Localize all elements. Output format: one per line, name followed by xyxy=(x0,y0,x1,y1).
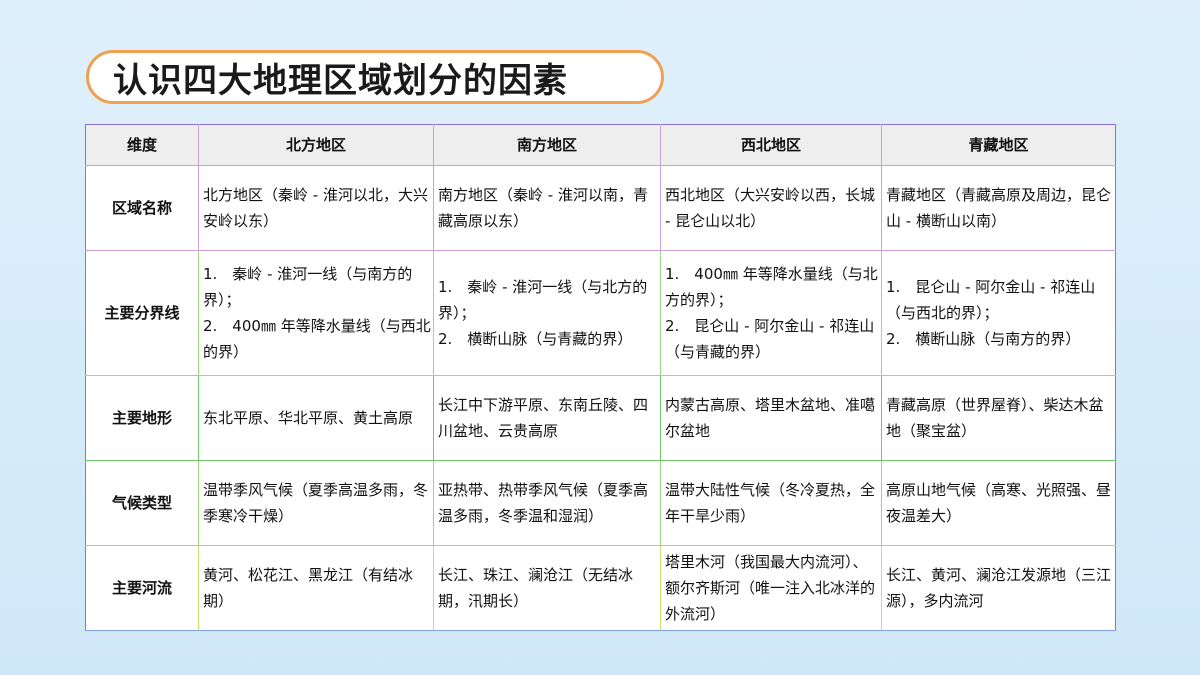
page-title: 认识四大地理区域划分的因素 xyxy=(113,60,568,101)
table-row-region-name: 区域名称 北方地区（秦岭 - 淮河以北，大兴安岭以东） 南方地区（秦岭 - 淮河… xyxy=(85,165,1116,251)
row-label: 气候类型 xyxy=(85,460,199,546)
cell-south: 1. 秦岭 - 淮河一线（与北方的界）； 2. 横断山脉（与青藏的界） xyxy=(433,250,661,376)
cell-north: 1. 秦岭 - 淮河一线（与南方的界）； 2. 400㎜ 年等降水量线（与西北的… xyxy=(198,250,434,376)
row-label: 主要分界线 xyxy=(85,250,199,376)
cell-south: 南方地区（秦岭 - 淮河以南，青藏高原以东） xyxy=(433,165,661,251)
list-item: 2. 横断山脉（与青藏的界） xyxy=(438,330,633,348)
header-south: 南方地区 xyxy=(433,124,661,166)
cell-northwest: 塔里木河（我国最大内流河）、额尔齐斯河（唯一注入北冰洋的外流河） xyxy=(660,545,882,631)
cell-north: 东北平原、华北平原、黄土高原 xyxy=(198,375,434,461)
table-header-row: 维度 北方地区 南方地区 西北地区 青藏地区 xyxy=(85,124,1116,166)
header-northwest: 西北地区 xyxy=(660,124,882,166)
list-item: 2. 昆仑山 - 阿尔金山 - 祁连山（与青藏的界） xyxy=(665,317,875,361)
list-item: 2. 400㎜ 年等降水量线（与西北的界） xyxy=(203,317,431,361)
cell-northwest: 1. 400㎜ 年等降水量线（与北方的界）； 2. 昆仑山 - 阿尔金山 - 祁… xyxy=(660,250,882,376)
cell-northwest: 内蒙古高原、塔里木盆地、准噶尔盆地 xyxy=(660,375,882,461)
row-label: 区域名称 xyxy=(85,165,199,251)
cell-south: 长江中下游平原、东南丘陵、四川盆地、云贵高原 xyxy=(433,375,661,461)
row-label: 主要地形 xyxy=(85,375,199,461)
list-item: 1. 昆仑山 - 阿尔金山 - 祁连山（与西北的界）； xyxy=(886,278,1096,322)
boundary-list: 1. 秦岭 - 淮河一线（与南方的界）； 2. 400㎜ 年等降水量线（与西北的… xyxy=(203,261,431,365)
title-banner: 认识四大地理区域划分的因素 xyxy=(86,50,664,104)
cell-north: 温带季风气候（夏季高温多雨，冬季寒冷干燥） xyxy=(198,460,434,546)
header-dimension: 维度 xyxy=(85,124,199,166)
table-row-climate: 气候类型 温带季风气候（夏季高温多雨，冬季寒冷干燥） 亚热带、热带季风气候（夏季… xyxy=(85,460,1116,546)
list-item: 1. 秦岭 - 淮河一线（与北方的界）； xyxy=(438,278,648,322)
table-row-river: 主要河流 黄河、松花江、黑龙江（有结冰期） 长江、珠江、澜沧江（无结冰期，汛期长… xyxy=(85,545,1116,631)
cell-south: 长江、珠江、澜沧江（无结冰期，汛期长） xyxy=(433,545,661,631)
cell-north: 北方地区（秦岭 - 淮河以北，大兴安岭以东） xyxy=(198,165,434,251)
cell-qinghai-tibet: 1. 昆仑山 - 阿尔金山 - 祁连山（与西北的界）； 2. 横断山脉（与南方的… xyxy=(881,250,1116,376)
cell-qinghai-tibet: 青藏地区（青藏高原及周边，昆仑山 - 横断山以南） xyxy=(881,165,1116,251)
header-north: 北方地区 xyxy=(198,124,434,166)
boundary-list: 1. 秦岭 - 淮河一线（与北方的界）； 2. 横断山脉（与青藏的界） xyxy=(438,274,658,352)
boundary-list: 1. 400㎜ 年等降水量线（与北方的界）； 2. 昆仑山 - 阿尔金山 - 祁… xyxy=(665,261,879,365)
cell-south: 亚热带、热带季风气候（夏季高温多雨，冬季温和湿润） xyxy=(433,460,661,546)
boundary-list: 1. 昆仑山 - 阿尔金山 - 祁连山（与西北的界）； 2. 横断山脉（与南方的… xyxy=(886,274,1113,352)
list-item: 1. 秦岭 - 淮河一线（与南方的界）； xyxy=(203,265,413,309)
cell-northwest: 西北地区（大兴安岭以西，长城 - 昆仑山以北） xyxy=(660,165,882,251)
list-item: 1. 400㎜ 年等降水量线（与北方的界）； xyxy=(665,265,878,309)
cell-qinghai-tibet: 长江、黄河、澜沧江发源地（三江源），多内流河 xyxy=(881,545,1116,631)
cell-qinghai-tibet: 高原山地气候（高寒、光照强、昼夜温差大） xyxy=(881,460,1116,546)
list-item: 2. 横断山脉（与南方的界） xyxy=(886,330,1081,348)
header-qinghai-tibet: 青藏地区 xyxy=(881,124,1116,166)
cell-qinghai-tibet: 青藏高原（世界屋脊）、柴达木盆地（聚宝盆） xyxy=(881,375,1116,461)
cell-northwest: 温带大陆性气候（冬冷夏热，全年干旱少雨） xyxy=(660,460,882,546)
table-row-boundary: 主要分界线 1. 秦岭 - 淮河一线（与南方的界）； 2. 400㎜ 年等降水量… xyxy=(85,250,1116,376)
table-row-landform: 主要地形 东北平原、华北平原、黄土高原 长江中下游平原、东南丘陵、四川盆地、云贵… xyxy=(85,375,1116,461)
row-label: 主要河流 xyxy=(85,545,199,631)
cell-north: 黄河、松花江、黑龙江（有结冰期） xyxy=(198,545,434,631)
region-table: 维度 北方地区 南方地区 西北地区 青藏地区 区域名称 北方地区（秦岭 - 淮河… xyxy=(85,124,1116,631)
